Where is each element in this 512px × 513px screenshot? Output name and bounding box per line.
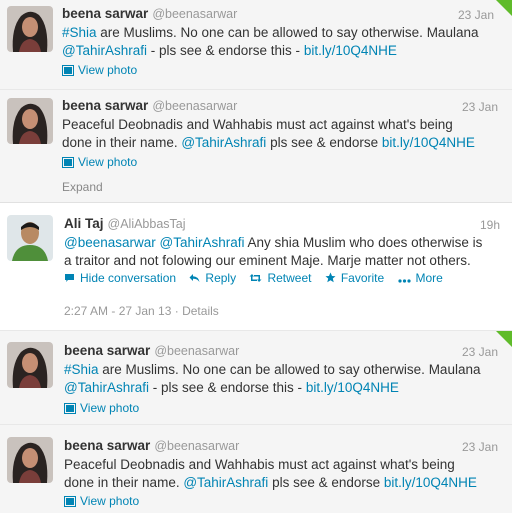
meta-separator: · [174,304,179,318]
photo-icon [64,496,76,510]
tweet-link[interactable]: bit.ly/10Q4NHE [382,135,475,150]
tweet-text: #Shia are Muslims. No one can be allowed… [64,361,480,397]
timestamp[interactable]: 19h [480,218,500,232]
tweet-text-segment: done in their name. [64,475,184,490]
tweet-link[interactable]: @TahirAshrafi [181,135,266,150]
tweet-header: beena sarwar @beenasarwar [62,98,237,113]
tweet-text-segment: Peaceful Deobnadis and Wahhabis must act… [64,457,455,472]
tweet-link[interactable]: bit.ly/10Q4NHE [384,475,477,490]
expand-link[interactable]: Expand [62,180,103,194]
timestamp[interactable]: 23 Jan [462,345,498,359]
tweet-text-line: @beenasarwar @TahirAshrafi Any shia Musl… [64,234,482,252]
tweet-actions: Hide conversation Reply Retweet Favorite… [64,271,443,286]
full-timestamp: 2:27 AM - 27 Jan 13 [64,304,172,318]
expand-bar[interactable]: Expand [0,174,512,203]
tweet-2[interactable]: beena sarwar @beenasarwar 23 Jan Peaceful… [0,90,512,174]
star-icon [325,272,336,286]
tweet-link[interactable]: @TahirAshrafi [62,43,147,58]
photo-icon [62,65,74,79]
tweet-text-segment: done in their name. [62,135,182,150]
focus-tweet[interactable]: Ali Taj @AliAbbasTaj 19h @beenasarwar @Ta… [0,203,512,331]
tweet-link[interactable]: @TahirAshrafi [183,475,268,490]
fullname[interactable]: Ali Taj [64,216,104,231]
tweet-stream: beena sarwar @beenasarwar 23 Jan #Shia ar… [0,0,512,513]
reply-arrow-icon [189,272,200,286]
avatar[interactable] [7,98,53,144]
tweet-meta: 2:27 AM - 27 Jan 13 · Details [64,304,219,318]
tweet-text-segment: are Muslims. No one can be allowed to sa… [96,25,479,40]
username[interactable]: @beenasarwar [154,344,239,358]
fullname[interactable]: beena sarwar [62,6,148,21]
reply-button[interactable]: Reply [189,271,236,285]
fullname[interactable]: beena sarwar [62,98,148,113]
dots-icon [397,272,411,286]
tweet-1[interactable]: beena sarwar @beenasarwar 23 Jan #Shia ar… [0,0,512,90]
retweet-corner-icon [496,0,512,16]
username[interactable]: @beenasarwar [152,7,237,21]
photo-icon [64,403,76,417]
tweet-link[interactable]: bit.ly/10Q4NHE [306,380,399,395]
tweet-text-segment: Any shia Muslim who does otherwise is [244,235,483,250]
tweet-header: Ali Taj @AliAbbasTaj [64,216,186,231]
tweet-text-line: a traitor and not folowing our eminent M… [64,252,482,270]
tweet-header: beena sarwar @beenasarwar [64,438,239,453]
tweet-text-segment: are Muslims. No one can be allowed to sa… [98,362,481,377]
retweet-button[interactable]: Retweet [249,271,311,285]
tweet-text-segment: a traitor and not folowing our eminent M… [64,253,471,268]
view-photo-link[interactable]: View photo [62,155,137,171]
retweet-corner-icon [496,331,512,347]
timestamp[interactable]: 23 Jan [458,8,494,22]
tweet-text-segment: pls see & endorse [266,135,382,150]
view-photo-link[interactable]: View photo [64,494,139,510]
tweet-text-segment: - pls see & endorse this - [148,380,306,395]
fullname[interactable]: beena sarwar [64,438,150,453]
tweet-text-line: @TahirAshrafi - pls see & endorse this -… [64,379,480,397]
tweet-text-line: done in their name. @TahirAshrafi pls se… [62,134,475,152]
details-link[interactable]: Details [182,304,219,318]
avatar[interactable] [7,6,53,52]
timestamp[interactable]: 23 Jan [462,100,498,114]
tweet-link[interactable]: bit.ly/10Q4NHE [304,43,397,58]
username[interactable]: @beenasarwar [152,99,237,113]
tweet-link[interactable]: #Shia [62,25,97,40]
view-photo-link[interactable]: View photo [62,63,137,79]
tweet-header: beena sarwar @beenasarwar [64,343,239,358]
speech-bubble-icon [64,272,75,286]
tweet-header: beena sarwar @beenasarwar [62,6,237,21]
username[interactable]: @beenasarwar [154,439,239,453]
tweet-text-segment: - pls see & endorse this - [146,43,304,58]
tweet-text-segment: pls see & endorse [268,475,384,490]
tweet-text-segment: Peaceful Deobnadis and Wahhabis must act… [62,117,453,132]
username[interactable]: @AliAbbasTaj [108,217,186,231]
tweet-link[interactable]: #Shia [64,362,99,377]
tweet-text-line: Peaceful Deobnadis and Wahhabis must act… [62,116,475,134]
more-button[interactable]: More [397,271,443,286]
tweet-text-line: #Shia are Muslims. No one can be allowed… [62,24,478,42]
tweet-link[interactable]: @beenasarwar [64,235,156,250]
favorite-button[interactable]: Favorite [325,271,384,285]
tweet-text: Peaceful Deobnadis and Wahhabis must act… [62,116,475,152]
tweet-text-line: #Shia are Muslims. No one can be allowed… [64,361,480,379]
hide-conversation-link[interactable]: Hide conversation [64,271,176,285]
timestamp[interactable]: 23 Jan [462,440,498,454]
retweet-icon [249,272,262,286]
avatar[interactable] [7,215,53,261]
tweet-text-line: @TahirAshrafi - pls see & endorse this -… [62,42,478,60]
tweet-text-line: done in their name. @TahirAshrafi pls se… [64,474,477,492]
tweet-link[interactable]: @TahirAshrafi [160,235,245,250]
photo-icon [62,157,74,171]
tweet-link[interactable]: @TahirAshrafi [64,380,149,395]
tweet-text-line: Peaceful Deobnadis and Wahhabis must act… [64,456,477,474]
tweet-text: #Shia are Muslims. No one can be allowed… [62,24,478,60]
view-photo-link[interactable]: View photo [64,401,139,417]
tweet-4[interactable]: beena sarwar @beenasarwar 23 Jan #Shia ar… [0,331,512,425]
avatar[interactable] [7,342,53,388]
tweet-5[interactable]: beena sarwar @beenasarwar 23 Jan Peaceful… [0,425,512,513]
avatar[interactable] [7,437,53,483]
tweet-text: @beenasarwar @TahirAshrafi Any shia Musl… [64,234,482,270]
tweet-text: Peaceful Deobnadis and Wahhabis must act… [64,456,477,492]
fullname[interactable]: beena sarwar [64,343,150,358]
